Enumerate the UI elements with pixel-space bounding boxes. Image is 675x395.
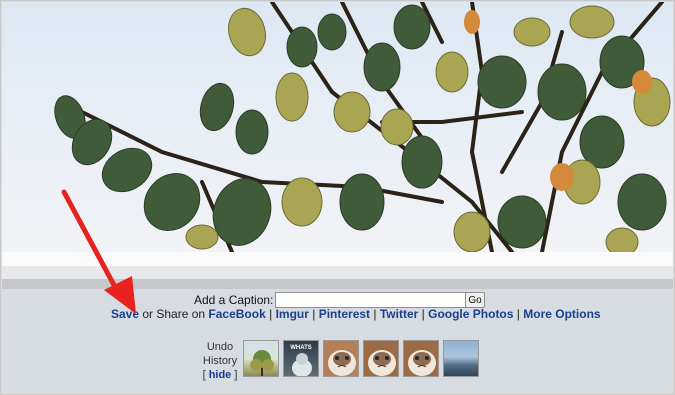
grumpy-cat-art-1 bbox=[328, 350, 356, 376]
separator: | bbox=[418, 307, 429, 321]
bracket-close: ] bbox=[231, 369, 238, 381]
undo-label-line2: History bbox=[202, 355, 238, 367]
tree-thumbnail-art bbox=[250, 350, 274, 376]
caption-input[interactable] bbox=[275, 292, 467, 308]
separator: | bbox=[308, 307, 319, 321]
pinterest-link[interactable]: Pinterest bbox=[319, 307, 370, 321]
meme-thumbnail[interactable]: WHATS bbox=[283, 340, 319, 377]
undo-label-line1: Undo bbox=[206, 341, 234, 353]
google-photos-link[interactable]: Google Photos bbox=[428, 307, 513, 321]
separator: | bbox=[513, 307, 524, 321]
grumpy-cat-thumbnail-3[interactable] bbox=[403, 340, 439, 377]
separator: | bbox=[265, 307, 276, 321]
undo-history-label: Undo History [ hide ] bbox=[196, 340, 244, 382]
grumpy-cat-art-3 bbox=[408, 350, 436, 376]
hide-row: [ hide ] bbox=[196, 368, 244, 382]
more-options-link[interactable]: More Options bbox=[523, 307, 600, 321]
twitter-link[interactable]: Twitter bbox=[380, 307, 418, 321]
undo-history-thumbnails: WHATS bbox=[243, 340, 481, 377]
grumpy-cat-art-2 bbox=[368, 350, 396, 376]
meme-caption: WHATS bbox=[290, 345, 312, 351]
facebook-link[interactable]: FaceBook bbox=[208, 307, 265, 321]
hide-link[interactable]: hide bbox=[209, 369, 232, 381]
share-text: or Share on bbox=[139, 307, 209, 321]
red-arrow-annotation bbox=[61, 189, 136, 314]
caption-label: Add a Caption: bbox=[194, 293, 274, 307]
separator: | bbox=[370, 307, 380, 321]
landscape-thumbnail[interactable] bbox=[443, 340, 479, 377]
grumpy-cat-thumbnail-1[interactable] bbox=[323, 340, 359, 377]
tree-thumbnail[interactable] bbox=[243, 340, 279, 377]
share-row: Save or Share on FaceBook | Imgur | Pint… bbox=[111, 307, 601, 321]
go-button[interactable]: Go bbox=[465, 292, 485, 308]
grumpy-cat-thumbnail-2[interactable] bbox=[363, 340, 399, 377]
imgur-link[interactable]: Imgur bbox=[276, 307, 309, 321]
